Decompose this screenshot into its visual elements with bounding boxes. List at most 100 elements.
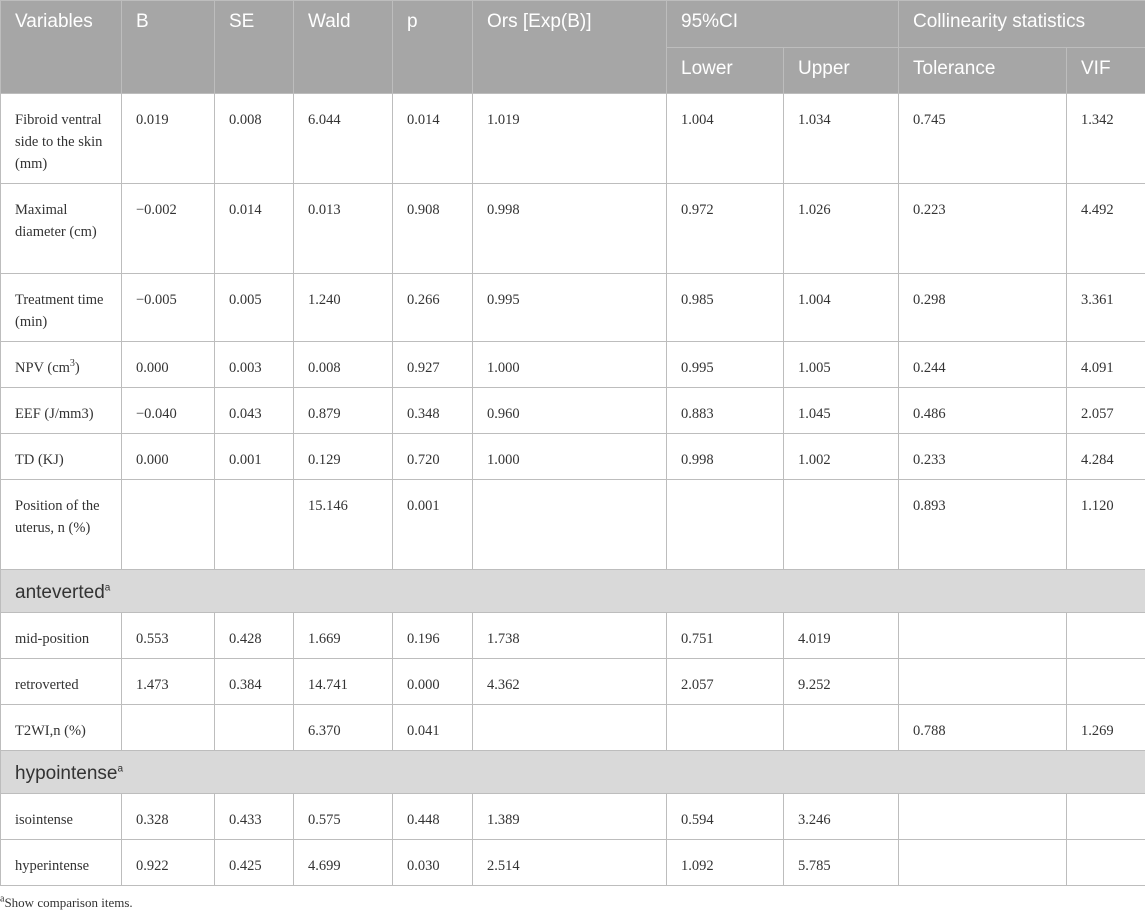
cell-vif: 4.284 [1065, 433, 1145, 480]
cell-p: 0.041 [392, 704, 473, 751]
cell-p: 0.001 [392, 479, 473, 570]
cell-vif: 1.120 [1065, 479, 1145, 570]
cell-variable: EEF (J/mm3) [0, 387, 122, 434]
cell-tolerance [898, 658, 1067, 705]
table-row: retroverted 1.473 0.384 14.741 0.000 4.3… [0, 658, 1145, 705]
cell-ors: 1.000 [472, 341, 667, 388]
cell-ors: 0.998 [472, 183, 667, 274]
cell-variable: mid-position [0, 612, 122, 659]
cell-vif: 4.492 [1065, 183, 1145, 274]
cell-p: 0.000 [392, 658, 473, 705]
cell-variable: TD (KJ) [0, 433, 122, 480]
cell-tolerance: 0.244 [898, 341, 1067, 388]
cell-variable: Fibroid ventral side to the skin (mm) [0, 93, 122, 184]
cell-upper: 9.252 [783, 658, 899, 705]
cell-lower: 2.057 [666, 658, 784, 705]
cell-tolerance: 0.893 [898, 479, 1067, 570]
cell-lower: 1.092 [666, 839, 784, 886]
cell-p: 0.927 [392, 341, 473, 388]
cell-upper: 3.246 [783, 793, 899, 840]
cell-ors: 1.389 [472, 793, 667, 840]
cell-variable: Maximal diameter (cm) [0, 183, 122, 274]
table-row: Position of the uterus, n (%) 15.146 0.0… [0, 479, 1145, 570]
cell-upper: 1.005 [783, 341, 899, 388]
cell-vif [1065, 658, 1145, 705]
cell-se: 0.384 [214, 658, 294, 705]
table-row: Treatment time (min) −0.005 0.005 1.240 … [0, 273, 1145, 342]
table-row: Fibroid ventral side to the skin (mm) 0.… [0, 93, 1145, 184]
header-collinearity: Collinearity statistics [897, 0, 1145, 48]
cell-wald: 0.008 [293, 341, 393, 388]
cell-p: 0.266 [392, 273, 473, 342]
cell-wald: 0.879 [293, 387, 393, 434]
cell-p: 0.448 [392, 793, 473, 840]
table-row: T2WI,n (%) 6.370 0.041 0.788 1.269 [0, 704, 1145, 751]
cell-p: 0.014 [392, 93, 473, 184]
cell-b: 0.000 [121, 433, 215, 480]
cell-p: 0.348 [392, 387, 473, 434]
cell-lower: 0.998 [666, 433, 784, 480]
cell-b: 0.553 [121, 612, 215, 659]
cell-lower: 0.751 [666, 612, 784, 659]
cell-wald: 1.669 [293, 612, 393, 659]
group-row: anteverteda [0, 569, 1145, 613]
cell-b [121, 479, 215, 570]
cell-se: 0.043 [214, 387, 294, 434]
cell-lower [666, 479, 784, 570]
cell-lower: 0.594 [666, 793, 784, 840]
header-variables: Variables [0, 0, 122, 94]
cell-se: 0.428 [214, 612, 294, 659]
cell-tolerance: 0.486 [898, 387, 1067, 434]
cell-wald: 0.129 [293, 433, 393, 480]
cell-upper: 1.045 [783, 387, 899, 434]
regression-table: Variables B SE Wald p Ors [Exp(B)] 95%CI… [0, 0, 1145, 886]
group-label: hypointense [15, 763, 118, 784]
cell-tolerance [898, 839, 1067, 886]
cell-se: 0.005 [214, 273, 294, 342]
header-ors: Ors [Exp(B)] [472, 0, 667, 94]
table-row: NPV (cm3) 0.000 0.003 0.008 0.927 1.000 … [0, 341, 1145, 388]
footnote-marker: a [117, 763, 124, 775]
cell-wald: 0.013 [293, 183, 393, 274]
table-row: TD (KJ) 0.000 0.001 0.129 0.720 1.000 0.… [0, 433, 1145, 480]
cell-wald: 6.044 [293, 93, 393, 184]
cell-lower: 1.004 [666, 93, 784, 184]
cell-se: 0.425 [214, 839, 294, 886]
cell-tolerance: 0.745 [898, 93, 1067, 184]
cell-vif: 1.342 [1065, 93, 1145, 184]
cell-se [214, 704, 294, 751]
header-row: Variables B SE Wald p Ors [Exp(B)] 95%CI… [0, 0, 1145, 94]
cell-lower [666, 704, 784, 751]
cell-variable: hyperintense [0, 839, 122, 886]
cell-b: −0.040 [121, 387, 215, 434]
cell-se: 0.001 [214, 433, 294, 480]
table-row: EEF (J/mm3) −0.040 0.043 0.879 0.348 0.9… [0, 387, 1145, 434]
cell-vif [1065, 793, 1145, 840]
cell-upper: 4.019 [783, 612, 899, 659]
cell-tolerance [898, 793, 1067, 840]
cell-ors: 0.995 [472, 273, 667, 342]
table-row: hyperintense 0.922 0.425 4.699 0.030 2.5… [0, 839, 1145, 886]
cell-vif: 3.361 [1065, 273, 1145, 342]
cell-p: 0.908 [392, 183, 473, 274]
cell-ors: 4.362 [472, 658, 667, 705]
cell-p: 0.030 [392, 839, 473, 886]
cell-wald: 0.575 [293, 793, 393, 840]
cell-lower: 0.972 [666, 183, 784, 274]
cell-tolerance: 0.223 [898, 183, 1067, 274]
cell-se: 0.014 [214, 183, 294, 274]
cell-se: 0.003 [214, 341, 294, 388]
cell-tolerance [898, 612, 1067, 659]
cell-b: 0.328 [121, 793, 215, 840]
cell-wald: 15.146 [293, 479, 393, 570]
cell-ors: 1.000 [472, 433, 667, 480]
cell-se: 0.008 [214, 93, 294, 184]
cell-b: 0.000 [121, 341, 215, 388]
cell-variable: retroverted [0, 658, 122, 705]
cell-upper: 1.034 [783, 93, 899, 184]
cell-variable: isointense [0, 793, 122, 840]
group-label-cell: hypointensea [0, 750, 1145, 794]
cell-tolerance: 0.788 [898, 704, 1067, 751]
cell-ors: 2.514 [472, 839, 667, 886]
cell-ors: 1.019 [472, 93, 667, 184]
